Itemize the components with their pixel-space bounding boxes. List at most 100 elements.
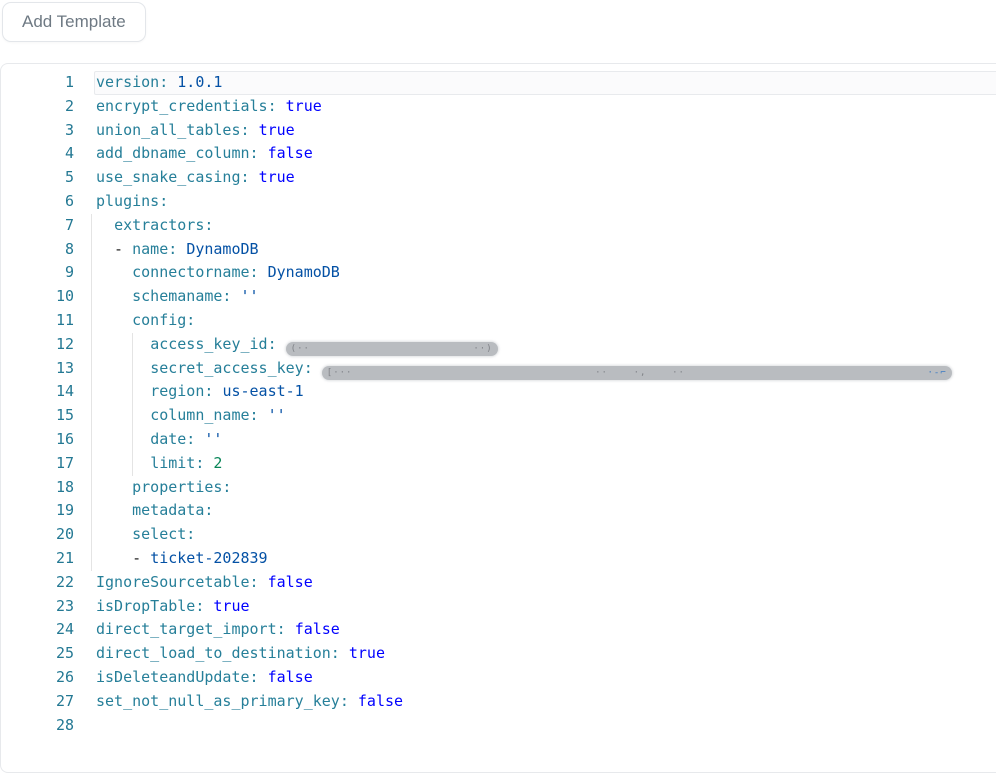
code-token: name:: [132, 240, 177, 258]
code-token: false: [268, 144, 313, 162]
code-token: IgnoreSourcetable:: [96, 573, 259, 591]
code-line[interactable]: 4add_dbname_column: false: [1, 142, 996, 166]
code-line-content: isDeleteandUpdate: false: [74, 666, 313, 690]
code-line[interactable]: 26isDeleteandUpdate: false: [1, 666, 996, 690]
code-line[interactable]: 20 select:: [1, 523, 996, 547]
code-token: us-east-1: [222, 382, 303, 400]
code-token: secret_access_key:: [150, 359, 313, 377]
code-token: column_name:: [150, 406, 258, 424]
code-token: [349, 692, 358, 710]
code-editor[interactable]: 1version: 1.0.12encrypt_credentials: tru…: [0, 63, 996, 773]
line-number: 14: [1, 380, 74, 404]
code-line[interactable]: 8 - name: DynamoDB: [1, 238, 996, 262]
line-number: 18: [1, 476, 74, 500]
code-line-content: connectorname: DynamoDB: [74, 261, 340, 285]
code-line-content: [74, 714, 96, 738]
code-token: '': [204, 430, 222, 448]
code-token: 1.0.1: [177, 73, 222, 91]
code-line[interactable]: 23isDropTable: true: [1, 595, 996, 619]
code-token: extractors:: [114, 216, 213, 234]
redaction-artifact: [···: [327, 369, 353, 378]
code-line[interactable]: 17 limit: 2: [1, 452, 996, 476]
code-token: [96, 263, 132, 281]
code-token: [96, 382, 150, 400]
code-token: [277, 97, 286, 115]
code-token: [250, 168, 259, 186]
code-line-content: use_snake_casing: true: [74, 166, 295, 190]
line-number: 12: [1, 333, 74, 357]
code-token: '': [241, 287, 259, 305]
code-line[interactable]: 10 schemaname: '': [1, 285, 996, 309]
code-token: limit:: [150, 454, 204, 472]
code-area[interactable]: 1version: 1.0.12encrypt_credentials: tru…: [1, 64, 996, 737]
code-token: true: [259, 121, 295, 139]
code-token: [231, 287, 240, 305]
line-number: 28: [1, 714, 74, 738]
code-token: [96, 406, 150, 424]
code-token: date:: [150, 430, 195, 448]
code-line[interactable]: 19 metadata:: [1, 499, 996, 523]
code-line[interactable]: 16 date: '': [1, 428, 996, 452]
code-token: isDeleteandUpdate:: [96, 668, 259, 686]
line-number: 27: [1, 690, 74, 714]
line-number: 5: [1, 166, 74, 190]
line-number: 1: [1, 71, 74, 95]
code-line[interactable]: 22IgnoreSourcetable: false: [1, 571, 996, 595]
code-line-content: select:: [74, 523, 195, 547]
code-line[interactable]: 25direct_load_to_destination: true: [1, 642, 996, 666]
code-token: metadata:: [132, 501, 213, 519]
code-token: ticket-202839: [150, 549, 267, 567]
code-line[interactable]: 24direct_target_import: false: [1, 618, 996, 642]
code-token: [96, 311, 132, 329]
code-line[interactable]: 1version: 1.0.1: [1, 71, 996, 95]
code-line[interactable]: 9 connectorname: DynamoDB: [1, 261, 996, 285]
line-number: 21: [1, 547, 74, 571]
line-number: 24: [1, 618, 74, 642]
code-token: encrypt_credentials:: [96, 97, 277, 115]
code-token: [259, 573, 268, 591]
code-line[interactable]: 12 access_key_id: (····): [1, 333, 996, 357]
code-line[interactable]: 14 region: us-east-1: [1, 380, 996, 404]
code-line-content: access_key_id: (····): [74, 333, 498, 357]
code-token: direct_load_to_destination:: [96, 644, 340, 662]
add-template-button[interactable]: Add Template: [2, 2, 146, 42]
code-line-content: properties:: [74, 476, 231, 500]
code-token: region:: [150, 382, 213, 400]
code-token: true: [286, 97, 322, 115]
code-line[interactable]: 3union_all_tables: true: [1, 119, 996, 143]
line-number: 11: [1, 309, 74, 333]
code-line[interactable]: 28: [1, 714, 996, 738]
code-line[interactable]: 18 properties:: [1, 476, 996, 500]
line-number: 19: [1, 499, 74, 523]
code-token: [250, 121, 259, 139]
redaction-artifact: (··: [291, 345, 310, 354]
line-number: 26: [1, 666, 74, 690]
code-line[interactable]: 27set_not_null_as_primary_key: false: [1, 690, 996, 714]
code-line[interactable]: 21 - ticket-202839: [1, 547, 996, 571]
code-token: 2: [213, 454, 222, 472]
code-token: schemaname:: [132, 287, 231, 305]
code-line[interactable]: 2encrypt_credentials: true: [1, 95, 996, 119]
code-token: true: [259, 168, 295, 186]
code-line[interactable]: 7 extractors:: [1, 214, 996, 238]
code-line[interactable]: 11 config:: [1, 309, 996, 333]
code-line-content: version: 1.0.1: [74, 71, 222, 95]
code-token: [96, 430, 150, 448]
code-line[interactable]: 5use_snake_casing: true: [1, 166, 996, 190]
redaction-artifact: ··): [473, 345, 492, 354]
code-token: config:: [132, 311, 195, 329]
code-line-content: direct_load_to_destination: true: [74, 642, 385, 666]
code-token: [259, 668, 268, 686]
code-line[interactable]: 6plugins:: [1, 190, 996, 214]
code-token: [96, 478, 132, 496]
code-token: DynamoDB: [186, 240, 258, 258]
line-number: 22: [1, 571, 74, 595]
code-line[interactable]: 13 secret_access_key: [····· ·‚ ···-⌐: [1, 357, 996, 381]
code-token: false: [358, 692, 403, 710]
code-line[interactable]: 15 column_name: '': [1, 404, 996, 428]
code-line-content: date: '': [74, 428, 222, 452]
code-token: '': [268, 406, 286, 424]
code-line-content: set_not_null_as_primary_key: false: [74, 690, 403, 714]
code-token: direct_target_import:: [96, 620, 286, 638]
line-number: 3: [1, 119, 74, 143]
